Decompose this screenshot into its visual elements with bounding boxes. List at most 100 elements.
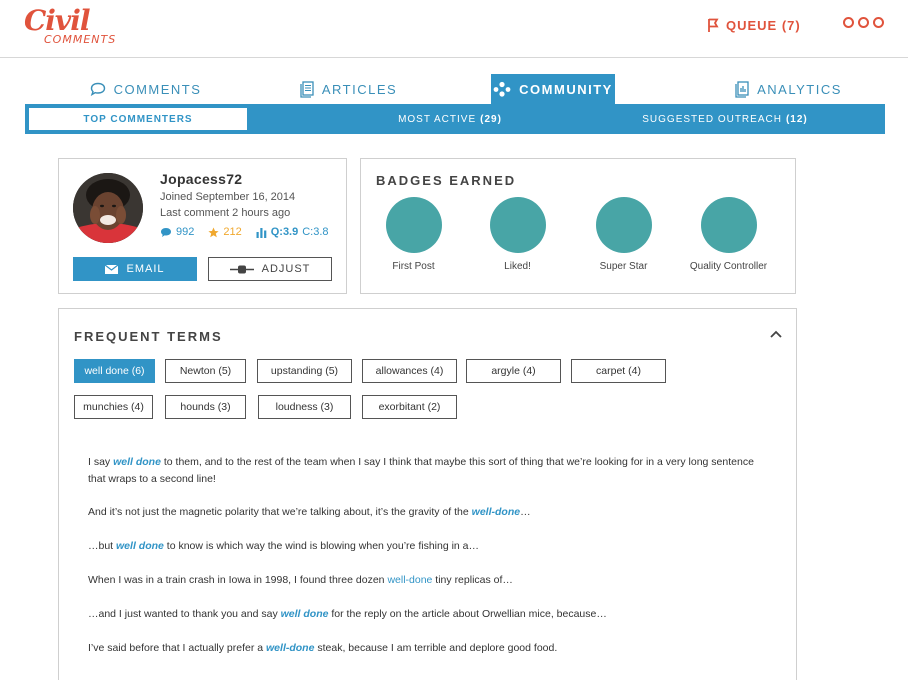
tab-analytics[interactable]: ANALYTICS <box>696 74 881 104</box>
excerpt-text: I’ve said before that I actually prefer … <box>88 642 267 654</box>
queue-label: QUEUE (7) <box>726 17 801 33</box>
badge-label: First Post <box>392 261 435 272</box>
term-chip-label: exorbitant (2) <box>378 401 441 413</box>
badge-icon <box>595 197 652 253</box>
frequent-terms-title: FREQUENT TERMS <box>74 329 223 344</box>
excerpt-term: well-done <box>387 574 433 586</box>
slider-icon <box>229 265 254 273</box>
badge-icon <box>700 197 757 253</box>
excerpt-text: I say <box>88 456 114 468</box>
email-label: EMAIL <box>126 263 165 275</box>
quality-score: Q:3.9 <box>270 226 299 238</box>
comment-excerpt[interactable]: …and I just wanted to thank you and say … <box>88 606 758 623</box>
bar-chart-icon <box>256 227 267 238</box>
excerpt-text: tiny replicas of… <box>432 574 513 586</box>
badge-label: Super Star <box>599 261 648 272</box>
comment-count: 992 <box>160 226 194 238</box>
last-comment: Last comment 2 hours ago <box>160 207 291 219</box>
badge-label: Quality Controller <box>689 261 768 272</box>
badge-icon <box>385 197 442 253</box>
term-chip-label: hounds (3) <box>180 401 231 413</box>
star-count: 212 <box>208 226 242 238</box>
term-chip[interactable]: hounds (3) <box>165 395 246 419</box>
adjust-button[interactable]: ADJUST <box>208 257 332 281</box>
term-chip-label: Newton (5) <box>179 365 232 377</box>
badge-label: Liked! <box>504 261 531 272</box>
comment-excerpt[interactable]: I’ve said before that I actually prefer … <box>88 640 758 657</box>
tab-articles[interactable]: ARTICLES <box>256 74 441 104</box>
civility-score: C:3.8 <box>302 226 329 238</box>
avatar-portrait <box>73 173 143 243</box>
subtab-suggested-outreach[interactable]: SUGGESTED OUTREACH (12) <box>600 104 850 134</box>
comment-bubble-icon <box>161 227 171 237</box>
excerpt-text: to know is which way the wind is blowing… <box>163 540 480 552</box>
comment-count-value: 992 <box>176 226 195 238</box>
badge-first-post[interactable]: First Post <box>361 197 466 272</box>
excerpt-text: …but <box>88 540 117 552</box>
chevron-up-icon[interactable] <box>770 330 782 338</box>
score-stats: Q:3.9 C:3.8 <box>256 226 329 238</box>
comment-excerpt[interactable]: …but well done to know is which way the … <box>88 538 758 555</box>
joined-date: Joined September 16, 2014 <box>160 191 296 203</box>
excerpt-text: When I was in a train crash in Iowa in 1… <box>88 574 388 586</box>
subtab-most-active[interactable]: MOST ACTIVE (29) <box>325 104 575 134</box>
adjust-label: ADJUST <box>261 263 311 275</box>
badge-liked[interactable]: Liked! <box>465 197 570 272</box>
tab-label: COMMENTS <box>113 81 202 97</box>
comment-bubble-icon <box>90 82 105 96</box>
excerpt-text: And it’s not just the magnetic polarity … <box>88 506 472 518</box>
main-tabs: COMMENTS ARTICLES COMMUNITY ANALYTICS <box>26 74 884 104</box>
subtab-count: (29) <box>480 113 502 125</box>
tab-comments[interactable]: COMMENTS <box>53 74 238 104</box>
term-chip-label: carpet (4) <box>596 365 641 377</box>
term-chip[interactable]: loudness (3) <box>258 395 351 419</box>
term-chip[interactable]: exorbitant (2) <box>362 395 457 419</box>
email-button[interactable]: EMAIL <box>73 257 197 281</box>
badges-card: BADGES EARNED First Post Liked! Super St… <box>360 158 796 294</box>
articles-icon <box>300 80 314 98</box>
dot-icon <box>858 17 869 28</box>
star-icon <box>208 227 219 237</box>
excerpt-term: well done <box>116 540 164 552</box>
tab-label: ARTICLES <box>321 81 398 97</box>
avatar[interactable] <box>73 173 143 243</box>
subtab-label: SUGGESTED OUTREACH <box>642 113 782 125</box>
envelope-icon <box>105 264 119 274</box>
tab-community[interactable]: COMMUNITY <box>491 74 615 104</box>
subtab-top-commenters[interactable]: TOP COMMENTERS <box>27 106 249 132</box>
more-menu-button[interactable] <box>843 17 884 28</box>
excerpt-text: for the reply on the article about Orwel… <box>328 608 607 620</box>
excerpt-text: steak, because I am terrible and deplore… <box>314 642 558 654</box>
profile-card: Jopacess72 Joined September 16, 2014 Las… <box>58 158 347 294</box>
excerpt-term: well-done <box>471 506 521 518</box>
user-stats: 992 212 Q:3.9 C:3.8 <box>160 226 343 238</box>
term-chip-label: upstanding (5) <box>270 365 339 377</box>
frequent-terms-card: FREQUENT TERMS well done (6) Newton (5) … <box>58 308 797 680</box>
term-chip[interactable]: Newton (5) <box>165 359 246 383</box>
badge-super-star[interactable]: Super Star <box>571 197 676 272</box>
term-chip[interactable]: argyle (4) <box>466 359 561 383</box>
comment-excerpt[interactable]: When I was in a train crash in Iowa in 1… <box>88 572 758 589</box>
term-chip-label: argyle (4) <box>491 365 536 377</box>
username: Jopacess72 <box>160 171 243 187</box>
term-chip[interactable]: allowances (4) <box>362 359 457 383</box>
comment-excerpt[interactable]: And it’s not just the magnetic polarity … <box>88 504 758 521</box>
app-header: Civil COMMENTS QUEUE (7) <box>0 0 908 58</box>
flag-icon <box>708 18 719 32</box>
excerpt-text: to them, and to the rest of the team whe… <box>88 456 754 485</box>
star-count-value: 212 <box>223 226 242 238</box>
subtab-count: (12) <box>785 113 808 125</box>
term-chip[interactable]: upstanding (5) <box>257 359 352 383</box>
tab-label: COMMUNITY <box>519 81 613 97</box>
excerpt-term: well done <box>113 456 161 468</box>
term-chip[interactable]: well done (6) <box>74 359 155 383</box>
excerpt-term: well-done <box>266 642 315 654</box>
civil-comments-logo[interactable]: Civil COMMENTS <box>24 4 134 52</box>
comment-excerpt[interactable]: I say well done to them, and to the rest… <box>88 454 758 488</box>
badges-title: BADGES EARNED <box>376 173 517 188</box>
term-chip[interactable]: carpet (4) <box>571 359 666 383</box>
term-chip-label: loudness (3) <box>275 401 334 413</box>
queue-link[interactable]: QUEUE (7) <box>707 16 801 34</box>
badge-quality-controller[interactable]: Quality Controller <box>676 197 781 272</box>
term-chip[interactable]: munchies (4) <box>74 395 153 419</box>
